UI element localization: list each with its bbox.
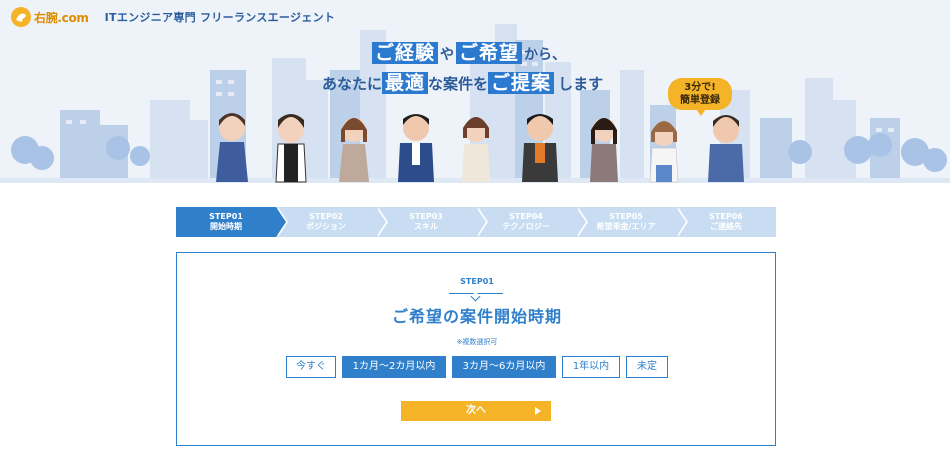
site-header: 右腕.com ITエンジニア専門 フリーランスエージェント	[0, 0, 950, 34]
step-number: STEP02	[309, 212, 343, 221]
step-number: STEP05	[609, 212, 643, 221]
logo-text: 右腕.com	[34, 10, 89, 25]
arm-logo-icon	[11, 7, 31, 27]
step-4: STEP04 テクノロジー	[476, 207, 588, 237]
hero-banner: 右腕.com ITエンジニア専門 フリーランスエージェント ご経験やご希望 から、…	[0, 0, 950, 183]
option-3-6-months[interactable]: 3カ月〜6カ月以内	[452, 356, 556, 378]
step-label-underline	[449, 289, 503, 294]
catch-highlight: ご提案	[488, 72, 555, 94]
step-label: 希望単金/エリア	[596, 222, 656, 231]
next-button-label: 次へ	[466, 405, 486, 416]
multiple-choice-note: ※複数選択可	[456, 338, 498, 346]
step-2: STEP02 ポジション	[276, 207, 388, 237]
site-logo[interactable]: 右腕.com	[10, 0, 89, 34]
question-title: ご希望の案件開始時期	[391, 307, 562, 326]
step-label: ご連絡先	[710, 222, 742, 231]
option-undecided[interactable]: 未定	[626, 356, 668, 378]
catch-highlight: ご希望	[456, 42, 523, 64]
catch-text: な案件を	[428, 75, 489, 93]
step-label: スキル	[414, 222, 438, 231]
step-1: STEP01 開始時期	[176, 207, 288, 237]
step-number: STEP04	[509, 212, 543, 221]
catch-text: や	[440, 47, 455, 63]
quick-register-badge: 3分で! 簡単登録	[668, 78, 732, 116]
step-label: テクノロジー	[502, 222, 550, 231]
step-label: ポジション	[306, 222, 346, 231]
catch-text: あなたに	[322, 75, 383, 93]
catchcopy-line1: ご経験やご希望 から、	[372, 38, 568, 65]
catch-text: から、	[524, 47, 567, 63]
step-3: STEP03 スキル	[376, 207, 488, 237]
option-within-1-year[interactable]: 1年以内	[562, 356, 620, 378]
site-tagline: ITエンジニア専門 フリーランスエージェント	[104, 11, 336, 24]
start-period-options: 今すぐ 1カ月〜2カ月以内 3カ月〜6カ月以内 1年以内 未定	[177, 356, 777, 378]
step-number: STEP01	[209, 212, 243, 221]
question-panel: STEP01 ご希望の案件開始時期 ※複数選択可 今すぐ 1カ月〜2カ月以内 3…	[176, 252, 776, 446]
catch-highlight: ご経験	[372, 42, 439, 64]
question-step-label: STEP01	[460, 277, 494, 286]
catch-text: します	[558, 75, 604, 93]
option-1-2-months[interactable]: 1カ月〜2カ月以内	[342, 356, 446, 378]
badge-line2: 簡単登録	[680, 95, 720, 106]
step-number: STEP03	[409, 212, 443, 221]
step-label: 開始時期	[210, 222, 242, 231]
next-button[interactable]: 次へ	[401, 401, 551, 421]
step-5: STEP05 希望単金/エリア	[576, 207, 688, 237]
step-progress: STEP01 開始時期 STEP02 ポジション STEP03 スキル STEP…	[176, 207, 776, 237]
step-number: STEP06	[709, 212, 743, 221]
option-now[interactable]: 今すぐ	[286, 356, 336, 378]
catch-highlight: 最適	[382, 72, 429, 94]
badge-line1: 3分で!	[684, 82, 716, 93]
step-6: STEP06 ご連絡先	[676, 207, 776, 237]
play-arrow-icon	[535, 407, 541, 415]
catchcopy-line2: あなたに 最適 な案件を ご提案 します	[322, 68, 603, 95]
